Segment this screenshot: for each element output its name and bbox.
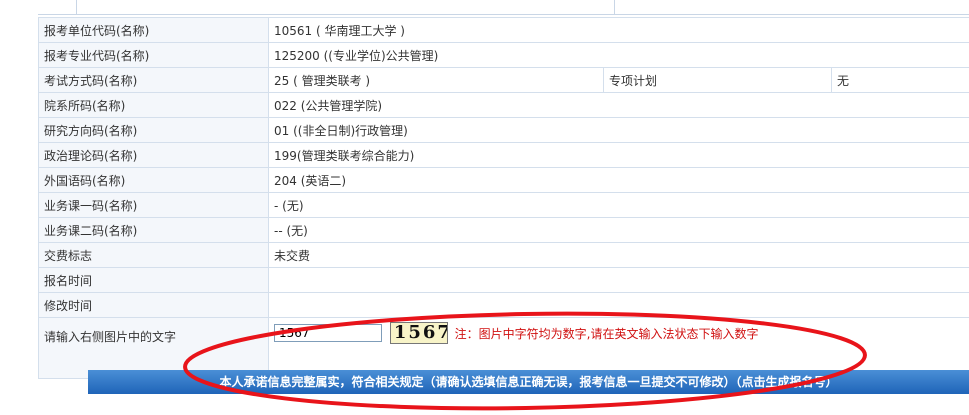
field-value: 204 (英语二) xyxy=(268,167,969,193)
field-label: 报考专业代码(名称) xyxy=(38,42,269,68)
field-value xyxy=(268,267,969,293)
field-value: 未交费 xyxy=(268,242,969,268)
special-plan-value: 无 xyxy=(831,67,969,93)
table-row: 政治理论码(名称) 199(管理类联考综合能力) xyxy=(38,142,969,168)
field-label: 政治理论码(名称) xyxy=(38,142,269,168)
table-row: 报考单位代码(名称) 10561 ( 华南理工大学 ) xyxy=(38,17,969,43)
registration-info-table: 报考单位代码(名称) 10561 ( 华南理工大学 ) 报考专业代码(名称) 1… xyxy=(38,17,969,379)
field-value: 25 ( 管理类联考 ) xyxy=(268,67,604,93)
field-label: 研究方向码(名称) xyxy=(38,117,269,143)
top-border-row xyxy=(38,0,969,15)
field-label: 外国语码(名称) xyxy=(38,167,269,193)
table-row: 业务课二码(名称) -- (无) xyxy=(38,217,969,243)
field-value: -- (无) xyxy=(268,217,969,243)
table-row: 修改时间 xyxy=(38,292,969,318)
field-value xyxy=(268,292,969,318)
field-label: 修改时间 xyxy=(38,292,269,318)
field-value: 199(管理类联考综合能力) xyxy=(268,142,969,168)
field-label: 报考单位代码(名称) xyxy=(38,17,269,43)
field-value: 022 (公共管理学院) xyxy=(268,92,969,118)
field-label: 考试方式码(名称) xyxy=(38,67,269,93)
field-value: - (无) xyxy=(268,192,969,218)
field-label: 业务课二码(名称) xyxy=(38,217,269,243)
field-label: 业务课一码(名称) xyxy=(38,192,269,218)
special-plan-label: 专项计划 xyxy=(603,67,832,93)
captcha-image[interactable]: 1567 xyxy=(389,322,448,344)
divider xyxy=(76,0,77,14)
table-row: 考试方式码(名称) 25 ( 管理类联考 ) 专项计划 无 xyxy=(38,67,969,93)
field-label: 交费标志 xyxy=(38,242,269,268)
table-row: 报名时间 xyxy=(38,267,969,293)
field-label: 院系所码(名称) xyxy=(38,92,269,118)
field-label: 报名时间 xyxy=(38,267,269,293)
table-row: 报考专业代码(名称) 125200 ((专业学位)公共管理) xyxy=(38,42,969,68)
field-value: 10561 ( 华南理工大学 ) xyxy=(268,17,969,43)
table-row: 交费标志 未交费 xyxy=(38,242,969,268)
field-value: 125200 ((专业学位)公共管理) xyxy=(268,42,969,68)
table-row: 研究方向码(名称) 01 ((非全日制)行政管理) xyxy=(38,117,969,143)
submit-button[interactable]: 本人承诺信息完整属实，符合相关规定（请确认选填信息正确无误，报考信息一旦提交不可… xyxy=(88,370,969,394)
captcha-image-text: 1567 xyxy=(393,322,448,343)
field-value: 01 ((非全日制)行政管理) xyxy=(268,117,969,143)
table-row: 院系所码(名称) 022 (公共管理学院) xyxy=(38,92,969,118)
captcha-input[interactable] xyxy=(274,324,382,342)
divider xyxy=(614,0,615,14)
captcha-note: 注：图片中字符均为数字,请在英文输入法状态下输入数字 xyxy=(454,326,759,341)
table-row: 业务课一码(名称) - (无) xyxy=(38,192,969,218)
table-row: 外国语码(名称) 204 (英语二) xyxy=(38,167,969,193)
